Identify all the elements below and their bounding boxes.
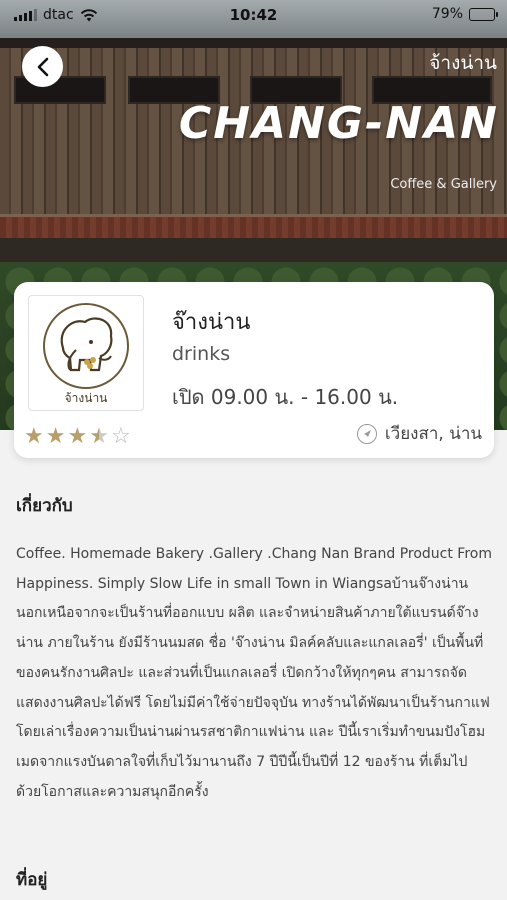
location-label: เวียงสา, น่าน <box>384 424 482 444</box>
status-bar: dtac 10:42 79% <box>0 0 507 30</box>
shop-category: drinks <box>172 343 231 365</box>
star-full-icon: ★ <box>24 424 44 449</box>
star-empty-icon: ☆ <box>110 424 131 449</box>
about-text: Coffee. Homemade Bakery .Gallery .Chang … <box>16 546 492 800</box>
brand-logo-text: CHANG-NAN <box>178 98 499 149</box>
chevron-left-icon <box>37 57 48 76</box>
elephant-logo-icon: จ้างน่าน <box>43 303 129 405</box>
shop-name: จ๊างน่าน <box>172 310 251 335</box>
about-heading: เกี่ยวกับ <box>16 496 73 516</box>
brand-subtitle: Coffee & Gallery <box>390 177 497 192</box>
star-half-icon: ★ <box>89 424 109 449</box>
svg-text:จ้างน่าน: จ้างน่าน <box>65 391 108 405</box>
shop-logo: จ้างน่าน <box>28 295 144 411</box>
compass-icon <box>356 423 377 444</box>
opening-hours: เปิด 09.00 น. - 16.00 น. <box>172 385 399 409</box>
star-full-icon: ★ <box>67 424 88 449</box>
shop-info-card: จ้างน่าน ★ ★ ★ ★ ☆ จ๊างน่าน drinks เปิด 09.0… <box>14 282 494 458</box>
address-heading: ที่อยู่ <box>16 870 48 890</box>
page-title: จ้างน่าน <box>429 52 497 74</box>
location[interactable]: เวียงสา, น่าน <box>356 420 482 447</box>
battery-percent: 79% <box>431 6 463 22</box>
battery-icon <box>469 7 498 21</box>
star-full-icon: ★ <box>45 424 66 449</box>
back-button[interactable] <box>22 46 63 87</box>
rating-stars: ★ ★ ★ ★ ☆ <box>24 424 131 449</box>
